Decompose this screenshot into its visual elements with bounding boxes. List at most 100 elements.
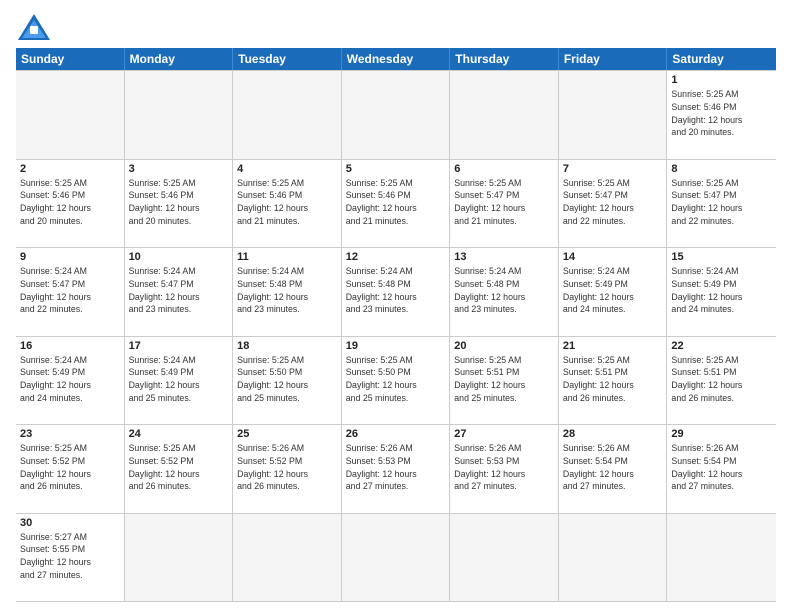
day-info: Sunrise: 5:25 AM Sunset: 5:46 PM Dayligh… <box>671 88 772 139</box>
calendar-cell <box>342 514 451 603</box>
calendar-cell <box>125 70 234 160</box>
calendar-cell: 19 Sunrise: 5:25 AM Sunset: 5:50 PM Dayli… <box>342 337 451 426</box>
day-number: 12 <box>346 251 446 263</box>
header <box>16 12 776 42</box>
calendar-body: 1 Sunrise: 5:25 AM Sunset: 5:46 PM Daylig… <box>16 70 776 602</box>
day-number: 23 <box>20 428 120 440</box>
day-number: 4 <box>237 163 337 175</box>
day-number: 15 <box>671 251 772 263</box>
calendar-cell: 27Sunrise: 5:26 AM Sunset: 5:53 PM Dayli… <box>450 425 559 514</box>
calendar: SundayMondayTuesdayWednesdayThursdayFrid… <box>16 48 776 602</box>
weekday-header: Thursday <box>450 48 559 70</box>
calendar-cell: 13 Sunrise: 5:24 AM Sunset: 5:48 PM Dayli… <box>450 248 559 337</box>
day-number: 18 <box>237 340 337 352</box>
day-number: 24 <box>129 428 229 440</box>
calendar-header: SundayMondayTuesdayWednesdayThursdayFrid… <box>16 48 776 70</box>
calendar-cell: 17Sunrise: 5:24 AM Sunset: 5:49 PM Dayli… <box>125 337 234 426</box>
calendar-cell: 2 Sunrise: 5:25 AM Sunset: 5:46 PM Daylig… <box>16 160 125 249</box>
day-info: Sunrise: 5:25 AM Sunset: 5:47 PM Dayligh… <box>671 177 772 228</box>
day-number: 30 <box>20 517 120 529</box>
calendar-cell: 18Sunrise: 5:25 AM Sunset: 5:50 PM Dayli… <box>233 337 342 426</box>
day-info: Sunrise: 5:27 AM Sunset: 5:55 PM Dayligh… <box>20 531 120 582</box>
day-info: Sunrise: 5:25 AM Sunset: 5:46 PM Dayligh… <box>346 177 446 228</box>
calendar-cell: 1 Sunrise: 5:25 AM Sunset: 5:46 PM Daylig… <box>667 70 776 160</box>
day-info: Sunrise: 5:26 AM Sunset: 5:52 PM Dayligh… <box>237 442 337 493</box>
calendar-cell: 6 Sunrise: 5:25 AM Sunset: 5:47 PM Daylig… <box>450 160 559 249</box>
day-info: Sunrise: 5:25 AM Sunset: 5:46 PM Dayligh… <box>129 177 229 228</box>
day-info: Sunrise: 5:24 AM Sunset: 5:49 PM Dayligh… <box>563 265 663 316</box>
day-info: Sunrise: 5:24 AM Sunset: 5:49 PM Dayligh… <box>671 265 772 316</box>
day-info: Sunrise: 5:25 AM Sunset: 5:52 PM Dayligh… <box>20 442 120 493</box>
calendar-cell: 24Sunrise: 5:25 AM Sunset: 5:52 PM Dayli… <box>125 425 234 514</box>
day-info: Sunrise: 5:24 AM Sunset: 5:47 PM Dayligh… <box>129 265 229 316</box>
calendar-cell <box>450 70 559 160</box>
day-info: Sunrise: 5:26 AM Sunset: 5:54 PM Dayligh… <box>671 442 772 493</box>
day-number: 3 <box>129 163 229 175</box>
day-number: 6 <box>454 163 554 175</box>
calendar-cell: 21Sunrise: 5:25 AM Sunset: 5:51 PM Dayli… <box>559 337 668 426</box>
day-info: Sunrise: 5:26 AM Sunset: 5:53 PM Dayligh… <box>454 442 554 493</box>
day-number: 19 <box>346 340 446 352</box>
calendar-cell: 14 Sunrise: 5:24 AM Sunset: 5:49 PM Dayli… <box>559 248 668 337</box>
day-number: 25 <box>237 428 337 440</box>
day-info: Sunrise: 5:24 AM Sunset: 5:49 PM Dayligh… <box>20 354 120 405</box>
weekday-header: Friday <box>559 48 668 70</box>
day-info: Sunrise: 5:25 AM Sunset: 5:51 PM Dayligh… <box>563 354 663 405</box>
day-info: Sunrise: 5:24 AM Sunset: 5:48 PM Dayligh… <box>346 265 446 316</box>
calendar-cell <box>125 514 234 603</box>
day-info: Sunrise: 5:25 AM Sunset: 5:47 PM Dayligh… <box>563 177 663 228</box>
day-number: 9 <box>20 251 120 263</box>
calendar-cell: 9 Sunrise: 5:24 AM Sunset: 5:47 PM Daylig… <box>16 248 125 337</box>
calendar-cell: 15 Sunrise: 5:24 AM Sunset: 5:49 PM Dayli… <box>667 248 776 337</box>
day-number: 5 <box>346 163 446 175</box>
day-number: 1 <box>671 74 772 86</box>
page: SundayMondayTuesdayWednesdayThursdayFrid… <box>0 0 792 612</box>
logo-icon <box>16 12 52 42</box>
calendar-cell: 23 Sunrise: 5:25 AM Sunset: 5:52 PM Dayli… <box>16 425 125 514</box>
calendar-cell: 11 Sunrise: 5:24 AM Sunset: 5:48 PM Dayli… <box>233 248 342 337</box>
day-number: 20 <box>454 340 554 352</box>
day-info: Sunrise: 5:24 AM Sunset: 5:47 PM Dayligh… <box>20 265 120 316</box>
day-info: Sunrise: 5:25 AM Sunset: 5:51 PM Dayligh… <box>454 354 554 405</box>
day-number: 13 <box>454 251 554 263</box>
day-number: 8 <box>671 163 772 175</box>
calendar-cell <box>450 514 559 603</box>
weekday-header: Tuesday <box>233 48 342 70</box>
day-info: Sunrise: 5:24 AM Sunset: 5:49 PM Dayligh… <box>129 354 229 405</box>
day-number: 28 <box>563 428 663 440</box>
day-info: Sunrise: 5:26 AM Sunset: 5:53 PM Dayligh… <box>346 442 446 493</box>
calendar-cell: 28 Sunrise: 5:26 AM Sunset: 5:54 PM Dayli… <box>559 425 668 514</box>
day-info: Sunrise: 5:24 AM Sunset: 5:48 PM Dayligh… <box>237 265 337 316</box>
calendar-cell <box>16 70 125 160</box>
calendar-cell <box>667 514 776 603</box>
calendar-cell <box>342 70 451 160</box>
day-info: Sunrise: 5:25 AM Sunset: 5:46 PM Dayligh… <box>20 177 120 228</box>
day-info: Sunrise: 5:25 AM Sunset: 5:47 PM Dayligh… <box>454 177 554 228</box>
day-number: 11 <box>237 251 337 263</box>
calendar-cell: 25 Sunrise: 5:26 AM Sunset: 5:52 PM Dayli… <box>233 425 342 514</box>
calendar-cell: 20 Sunrise: 5:25 AM Sunset: 5:51 PM Dayli… <box>450 337 559 426</box>
day-info: Sunrise: 5:25 AM Sunset: 5:50 PM Dayligh… <box>346 354 446 405</box>
weekday-header: Monday <box>125 48 234 70</box>
day-number: 16 <box>20 340 120 352</box>
day-number: 26 <box>346 428 446 440</box>
weekday-header: Sunday <box>16 48 125 70</box>
calendar-cell: 8 Sunrise: 5:25 AM Sunset: 5:47 PM Daylig… <box>667 160 776 249</box>
weekday-header: Saturday <box>667 48 776 70</box>
calendar-cell: 16 Sunrise: 5:24 AM Sunset: 5:49 PM Dayli… <box>16 337 125 426</box>
day-info: Sunrise: 5:24 AM Sunset: 5:48 PM Dayligh… <box>454 265 554 316</box>
calendar-cell: 12 Sunrise: 5:24 AM Sunset: 5:48 PM Dayli… <box>342 248 451 337</box>
calendar-cell: 5 Sunrise: 5:25 AM Sunset: 5:46 PM Daylig… <box>342 160 451 249</box>
calendar-cell: 29Sunrise: 5:26 AM Sunset: 5:54 PM Dayli… <box>667 425 776 514</box>
day-info: Sunrise: 5:26 AM Sunset: 5:54 PM Dayligh… <box>563 442 663 493</box>
logo <box>16 12 56 42</box>
calendar-cell <box>559 514 668 603</box>
day-number: 22 <box>671 340 772 352</box>
day-number: 14 <box>563 251 663 263</box>
calendar-cell: 26 Sunrise: 5:26 AM Sunset: 5:53 PM Dayli… <box>342 425 451 514</box>
calendar-cell: 3 Sunrise: 5:25 AM Sunset: 5:46 PM Daylig… <box>125 160 234 249</box>
calendar-cell <box>233 70 342 160</box>
day-number: 2 <box>20 163 120 175</box>
calendar-cell <box>233 514 342 603</box>
calendar-cell: 7Sunrise: 5:25 AM Sunset: 5:47 PM Daylig… <box>559 160 668 249</box>
